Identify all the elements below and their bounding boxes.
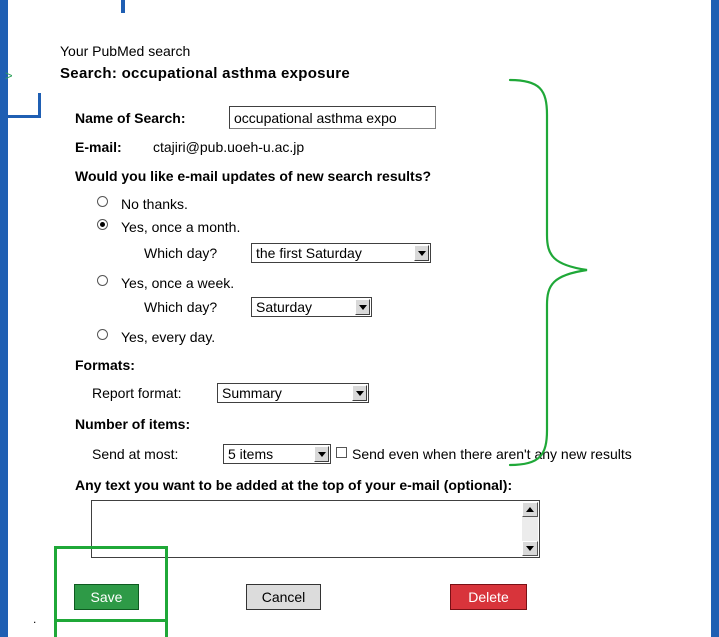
send-at-most-select[interactable]: 5 items — [223, 444, 331, 464]
radio-once-a-month[interactable] — [97, 219, 108, 230]
monthly-day-value: the first Saturday — [256, 245, 362, 261]
send-at-most-label: Send at most: — [92, 446, 179, 462]
name-of-search-input[interactable] — [229, 106, 436, 129]
chevron-down-icon[interactable] — [355, 299, 370, 315]
radio-once-a-week[interactable] — [97, 275, 108, 286]
name-of-search-label: Name of Search: — [75, 110, 186, 126]
weekly-day-value: Saturday — [256, 299, 313, 315]
save-highlight-box — [54, 546, 168, 622]
frame-border-right — [711, 0, 719, 637]
save-highlight-box-edge — [165, 622, 168, 637]
extra-text-label: Any text you want to be added at the top… — [75, 477, 513, 493]
save-highlight-box-edge — [54, 619, 168, 622]
frame-border-left — [0, 0, 8, 637]
radio-every-day-label: Yes, every day. — [121, 329, 216, 345]
separator-dot: . — [33, 612, 37, 626]
radio-once-a-week-label: Yes, once a week. — [121, 275, 235, 291]
radio-once-a-month-label: Yes, once a month. — [121, 219, 241, 235]
monthly-which-day-label: Which day? — [144, 245, 218, 261]
report-format-value: Summary — [222, 385, 282, 401]
frame-connector-line — [0, 115, 40, 118]
arrow-pointer-icon: > — [5, 68, 13, 83]
scroll-down-icon[interactable] — [522, 541, 538, 556]
vertical-scrollbar[interactable] — [522, 502, 538, 556]
radio-no-thanks-label: No thanks. — [121, 196, 188, 212]
items-heading: Number of items: — [75, 416, 191, 432]
chevron-down-icon[interactable] — [314, 446, 329, 462]
report-format-label: Report format: — [92, 385, 182, 401]
chevron-down-icon[interactable] — [414, 245, 429, 261]
radio-every-day[interactable] — [97, 329, 108, 340]
monthly-day-select[interactable]: the first Saturday — [251, 243, 431, 263]
page-title: Search: occupational asthma exposure — [60, 65, 351, 82]
cancel-button[interactable]: Cancel — [246, 584, 321, 610]
page-subtitle: Your PubMed search — [60, 43, 191, 59]
scroll-up-icon[interactable] — [522, 502, 538, 517]
formats-heading: Formats: — [75, 357, 135, 373]
radio-no-thanks[interactable] — [97, 196, 108, 207]
delete-button[interactable]: Delete — [450, 584, 527, 610]
email-label: E-mail: — [75, 139, 122, 155]
send-even-checkbox[interactable] — [336, 447, 347, 458]
weekly-day-select[interactable]: Saturday — [251, 297, 372, 317]
updates-question: Would you like e-mail updates of new sea… — [75, 168, 432, 184]
chevron-down-icon[interactable] — [352, 385, 367, 401]
curly-brace-annotation — [508, 78, 588, 467]
frame-connector-line-vertical — [38, 93, 41, 118]
frame-connector-top — [121, 0, 125, 13]
send-at-most-value: 5 items — [228, 446, 274, 462]
email-value: ctajiri@pub.uoeh-u.ac.jp — [153, 139, 305, 155]
save-highlight-box-edge — [54, 622, 57, 637]
report-format-select[interactable]: Summary — [217, 383, 369, 403]
weekly-which-day-label: Which day? — [144, 299, 218, 315]
